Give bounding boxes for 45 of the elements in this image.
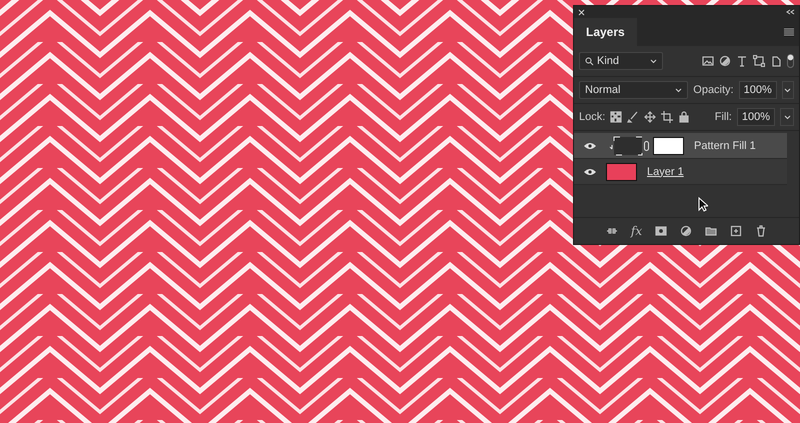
transform-icon[interactable] — [753, 55, 765, 67]
layer-row[interactable]: Layer 1 — [574, 159, 787, 185]
brush-icon[interactable] — [627, 111, 640, 123]
search-icon — [585, 56, 594, 66]
link-icon — [644, 140, 649, 150]
cursor-icon — [698, 197, 708, 212]
type-icon[interactable] — [736, 55, 748, 67]
chevron-icon — [784, 88, 792, 92]
folder-icon[interactable] — [705, 225, 718, 237]
mask-thumbnail — [653, 136, 684, 154]
opacity-dropdown[interactable] — [782, 81, 794, 99]
move-icon[interactable] — [644, 111, 656, 123]
lock-icon[interactable] — [678, 111, 690, 123]
eye-icon[interactable] — [584, 168, 596, 176]
opacity-field[interactable]: 100% — [738, 81, 777, 99]
blend-mode-dropdown[interactable]: Normal — [579, 81, 688, 99]
pattern-thumbnail — [608, 136, 644, 156]
checkerboard-icon[interactable] — [610, 111, 622, 123]
layer-name: Pattern Fill 1 — [694, 140, 756, 152]
menu-icon[interactable] — [784, 28, 794, 36]
mask-icon[interactable] — [655, 225, 668, 237]
toggle-icon[interactable] — [787, 54, 794, 68]
image-icon[interactable] — [702, 55, 714, 67]
lock-label: Lock: — [579, 111, 606, 123]
chevron-icon — [675, 88, 682, 92]
fill-dropdown[interactable] — [780, 108, 794, 126]
crop-icon[interactable] — [661, 111, 674, 123]
filter-dropdown[interactable]: Kind — [579, 52, 663, 70]
layer-name: Layer 1 — [647, 166, 684, 178]
fill-label: Fill: — [714, 111, 732, 123]
document-icon[interactable] — [770, 55, 782, 67]
new-layer-icon[interactable] — [730, 225, 742, 237]
chevron-icon — [784, 114, 790, 120]
collapse-icon[interactable] — [786, 9, 795, 15]
layer-row[interactable]: Pattern Fill 1 — [574, 133, 787, 159]
trash-icon[interactable] — [755, 225, 768, 237]
opacity-label: Opacity: — [693, 84, 734, 96]
half-circle-icon[interactable] — [719, 55, 731, 67]
eye-icon[interactable] — [584, 142, 596, 150]
adjustment-icon[interactable] — [680, 225, 692, 237]
chevron-icon — [650, 58, 657, 64]
effects-button[interactable]: fx — [630, 224, 642, 238]
close-icon[interactable] — [578, 8, 585, 16]
fill-field[interactable]: 100% — [736, 108, 775, 126]
layers-tab[interactable]: Layers — [574, 18, 637, 46]
